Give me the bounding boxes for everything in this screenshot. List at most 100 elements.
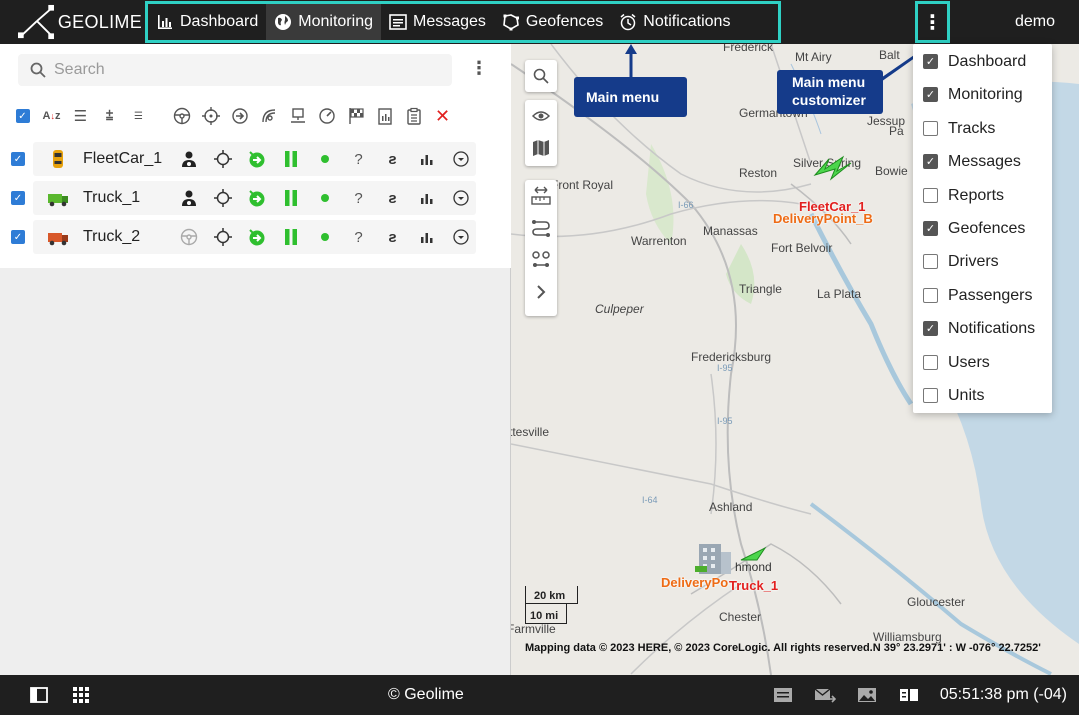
select-all-checkbox[interactable]: ✓: [10, 104, 35, 129]
menu-item-notifications[interactable]: Notifications: [611, 4, 738, 40]
unit-row-truck-2[interactable]: ✓ Truck_2 ? ƨ: [0, 219, 511, 255]
crosshair-icon[interactable]: [210, 186, 235, 210]
expand-circle-icon[interactable]: [448, 186, 473, 210]
split-view-icon[interactable]: [898, 687, 920, 703]
place-label: Fredericksburg: [691, 350, 772, 364]
sensor-icon[interactable]: ƨ: [380, 225, 405, 249]
list-options-kebab-icon[interactable]: ⋮: [470, 58, 488, 79]
unit-row-truck-1[interactable]: ✓ Truck_1 ? ƨ: [0, 180, 511, 216]
logo[interactable]: GEOLIME: [0, 0, 142, 44]
moving-arrow-icon[interactable]: [244, 147, 269, 171]
checkered-flag-icon[interactable]: [343, 104, 368, 129]
chevron-right-icon[interactable]: [525, 276, 557, 308]
place-label: Bowie: [875, 164, 908, 178]
clipboard-icon[interactable]: [401, 104, 426, 129]
menu-item-dashboard[interactable]: Dashboard: [148, 4, 266, 40]
chart-icon[interactable]: [414, 147, 439, 171]
image-icon[interactable]: [856, 687, 878, 703]
grid-layout-icon[interactable]: [70, 687, 92, 703]
route-icon[interactable]: [525, 212, 557, 244]
speedometer-icon[interactable]: [314, 104, 339, 129]
all-groups-icon[interactable]: ☰: [126, 104, 151, 129]
online-dot-icon[interactable]: [312, 186, 337, 210]
visibility-eye-icon[interactable]: [525, 100, 557, 132]
crosshair-icon[interactable]: [210, 147, 235, 171]
map-layers-icon[interactable]: [525, 132, 557, 164]
list-view-icon[interactable]: ☰: [68, 104, 93, 129]
customizer-item-users[interactable]: Users: [913, 346, 1052, 379]
expand-circle-icon[interactable]: [448, 225, 473, 249]
menu-item-monitoring[interactable]: Monitoring: [266, 4, 381, 40]
place-label: Frederick: [723, 44, 774, 54]
unknown-status-icon[interactable]: ?: [346, 186, 371, 210]
customizer-item-geofences[interactable]: ✓ Geofences: [913, 212, 1052, 245]
unit-checkbox[interactable]: ✓: [11, 191, 25, 205]
customizer-item-messages[interactable]: ✓ Messages: [913, 145, 1052, 178]
report-icon[interactable]: [372, 104, 397, 129]
unit-checkbox[interactable]: ✓: [11, 152, 25, 166]
pause-icon[interactable]: [278, 147, 303, 171]
pause-icon[interactable]: [278, 225, 303, 249]
sensor-icon[interactable]: ƨ: [380, 186, 405, 210]
place-label: Front Royal: [551, 178, 614, 192]
user-name[interactable]: demo: [1015, 0, 1055, 44]
sensor-icon[interactable]: ƨ: [380, 147, 405, 171]
map-tools-group: [525, 180, 557, 316]
panel-toggle-icon[interactable]: [28, 687, 50, 703]
delivery-point-b-label[interactable]: DeliveryPoint_B: [773, 211, 873, 226]
messages-panel-icon[interactable]: [772, 687, 794, 703]
main-menu-customizer-dropdown: ✓ Dashboard ✓ Monitoring Tracks ✓ Messages …: [913, 44, 1052, 413]
place-label: Mt Airy: [795, 50, 832, 64]
moving-arrow-icon[interactable]: [244, 186, 269, 210]
steering-wheel-icon[interactable]: [169, 104, 194, 129]
customizer-item-reports[interactable]: Reports: [913, 179, 1052, 212]
chart-icon[interactable]: [414, 186, 439, 210]
delivery-building-icon[interactable]: [695, 538, 735, 578]
moving-arrow-icon[interactable]: [244, 225, 269, 249]
unknown-status-icon[interactable]: ?: [346, 147, 371, 171]
customizer-item-passengers[interactable]: Passengers: [913, 279, 1052, 312]
main-menu-customizer-button[interactable]: ⋮: [915, 1, 950, 43]
menu-item-messages[interactable]: Messages: [381, 4, 494, 40]
unit-status-icons: ? ƨ: [176, 147, 482, 171]
driver-icon[interactable]: [176, 147, 201, 171]
delivery-point-a-label[interactable]: DeliveryPo: [661, 575, 728, 590]
unknown-status-icon[interactable]: ?: [346, 225, 371, 249]
sort-az-icon[interactable]: A ↓ z: [39, 104, 64, 129]
units-panel: ⋮ ✓ A↓z ☰ ⩲ ☰ ✕: [0, 44, 511, 675]
no-driver-icon[interactable]: [176, 225, 201, 249]
delete-icon[interactable]: ✕: [430, 104, 455, 129]
menu-item-geofences[interactable]: Geofences: [494, 4, 611, 40]
customizer-item-monitoring[interactable]: ✓ Monitoring: [913, 78, 1052, 111]
unit-checkbox[interactable]: ✓: [11, 230, 25, 244]
customizer-item-notifications[interactable]: ✓ Notifications: [913, 312, 1052, 345]
waypoints-icon[interactable]: [525, 244, 557, 276]
online-dot-icon[interactable]: [312, 225, 337, 249]
crosshair-icon[interactable]: [198, 104, 223, 129]
add-group-icon[interactable]: ⩲: [97, 104, 122, 129]
pause-icon[interactable]: [278, 186, 303, 210]
network-icon[interactable]: [285, 104, 310, 129]
unit-row-fleetcar-1[interactable]: ✓ FleetCar_1 ? ƨ: [0, 141, 511, 177]
mail-forward-icon[interactable]: [814, 687, 836, 703]
ruler-icon[interactable]: [525, 180, 557, 212]
crosshair-icon[interactable]: [210, 225, 235, 249]
customizer-item-drivers[interactable]: Drivers: [913, 245, 1052, 278]
arrow-circle-icon[interactable]: [227, 104, 252, 129]
unit-name: Truck_2: [83, 228, 141, 245]
map-search-button[interactable]: [525, 60, 557, 92]
truck-map-label[interactable]: Truck_1: [729, 578, 778, 593]
expand-circle-icon[interactable]: [448, 147, 473, 171]
signal-icon[interactable]: [256, 104, 281, 129]
customizer-item-tracks[interactable]: Tracks: [913, 112, 1052, 145]
unit-name: FleetCar_1: [83, 150, 163, 167]
customizer-item-dashboard[interactable]: ✓ Dashboard: [913, 45, 1052, 78]
driver-icon[interactable]: [176, 186, 201, 210]
checkbox-empty-icon: [923, 121, 938, 136]
fleetcar-marker-icon[interactable]: [811, 149, 855, 185]
customizer-item-units[interactable]: Units: [913, 379, 1052, 412]
search-input[interactable]: [54, 61, 434, 79]
bar-chart-icon: [156, 13, 174, 31]
chart-icon[interactable]: [414, 225, 439, 249]
online-dot-icon[interactable]: [312, 147, 337, 171]
